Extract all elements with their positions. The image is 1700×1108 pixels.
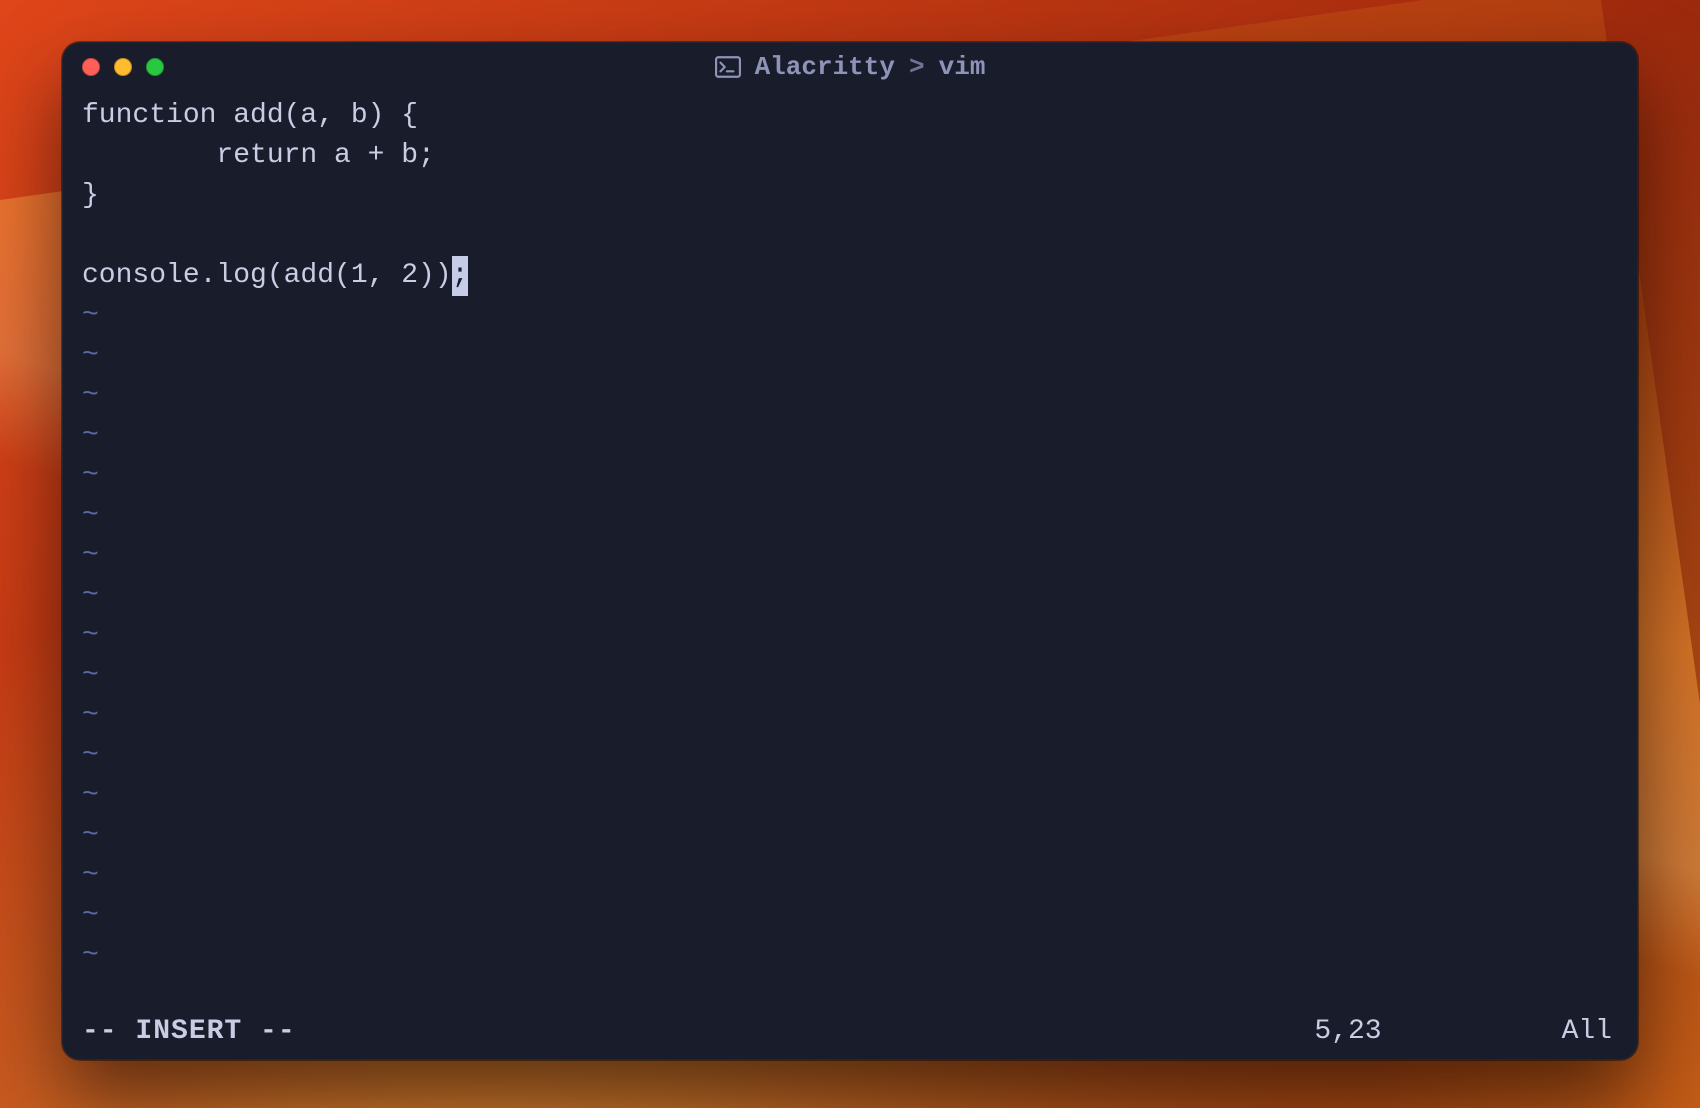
- code-line: }: [82, 176, 1618, 216]
- vim-mode: -- INSERT --: [82, 1012, 296, 1052]
- terminal-window: Alacritty > vim function add(a, b) { ret…: [62, 42, 1638, 1060]
- empty-line-tilde: ~: [82, 496, 1618, 536]
- empty-line-tilde: ~: [82, 456, 1618, 496]
- code-line: console.log(add(1, 2));: [82, 256, 1618, 296]
- empty-line-tilde: ~: [82, 896, 1618, 936]
- zoom-button[interactable]: [146, 58, 164, 76]
- empty-line-tilde: ~: [82, 936, 1618, 976]
- vim-position: 5,23: [1314, 1012, 1381, 1052]
- empty-line-tilde: ~: [82, 536, 1618, 576]
- empty-line-tilde: ~: [82, 776, 1618, 816]
- empty-line-tilde: ~: [82, 656, 1618, 696]
- empty-line-tilde: ~: [82, 576, 1618, 616]
- titlebar[interactable]: Alacritty > vim: [62, 42, 1638, 92]
- empty-line-tilde: ~: [82, 336, 1618, 376]
- title-separator: >: [909, 52, 925, 82]
- code-line: [82, 216, 1618, 256]
- empty-line-tilde: ~: [82, 416, 1618, 456]
- empty-line-tilde: ~: [82, 816, 1618, 856]
- vim-statusbar: -- INSERT -- 5,23 All: [62, 1012, 1638, 1060]
- traffic-lights: [82, 58, 164, 76]
- desktop-wallpaper: Alacritty > vim function add(a, b) { ret…: [0, 0, 1700, 1108]
- vim-scroll: All: [1562, 1012, 1612, 1052]
- code-line: function add(a, b) {: [82, 96, 1618, 136]
- empty-line-tilde: ~: [82, 696, 1618, 736]
- code-line: return a + b;: [82, 136, 1618, 176]
- terminal-content[interactable]: function add(a, b) { return a + b;} cons…: [62, 92, 1638, 1012]
- minimize-button[interactable]: [114, 58, 132, 76]
- empty-line-tilde: ~: [82, 856, 1618, 896]
- close-button[interactable]: [82, 58, 100, 76]
- title-process-name: vim: [939, 52, 986, 82]
- empty-line-tilde: ~: [82, 616, 1618, 656]
- empty-line-tilde: ~: [82, 296, 1618, 336]
- window-title: Alacritty > vim: [715, 52, 986, 82]
- text-cursor: ;: [452, 256, 469, 296]
- empty-line-tilde: ~: [82, 376, 1618, 416]
- title-app-name: Alacritty: [755, 52, 895, 82]
- terminal-icon: [715, 56, 741, 78]
- empty-line-tilde: ~: [82, 736, 1618, 776]
